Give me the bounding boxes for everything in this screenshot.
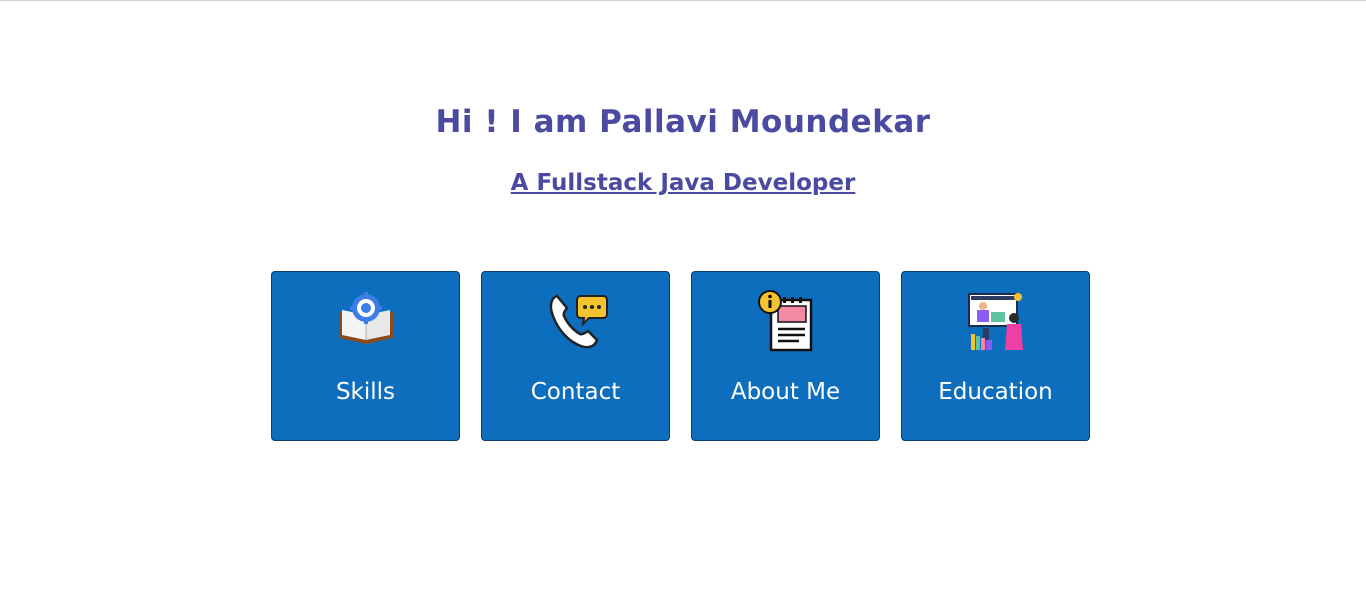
skills-card[interactable]: Skills <box>271 271 460 441</box>
book-gear-icon <box>333 288 399 354</box>
nav-cards: Skills Contact About Me Education <box>271 271 1090 441</box>
page-title: Hi ! I am Pallavi Moundekar <box>435 104 931 140</box>
about-me-card[interactable]: About Me <box>691 271 880 441</box>
phone-chat-icon <box>543 288 609 354</box>
about-me-card-label: About Me <box>730 379 841 405</box>
education-card-label: Education <box>938 379 1053 405</box>
contact-card-label: Contact <box>530 379 621 405</box>
top-divider <box>0 0 1366 1</box>
subtitle: A Fullstack Java Developer <box>0 170 1366 196</box>
subtitle-link[interactable]: A Fullstack Java Developer <box>511 170 856 196</box>
teacher-board-icon <box>963 288 1029 354</box>
contact-card[interactable]: Contact <box>481 271 670 441</box>
skills-card-label: Skills <box>335 379 396 405</box>
info-clipboard-icon <box>753 288 819 354</box>
education-card[interactable]: Education <box>901 271 1090 441</box>
